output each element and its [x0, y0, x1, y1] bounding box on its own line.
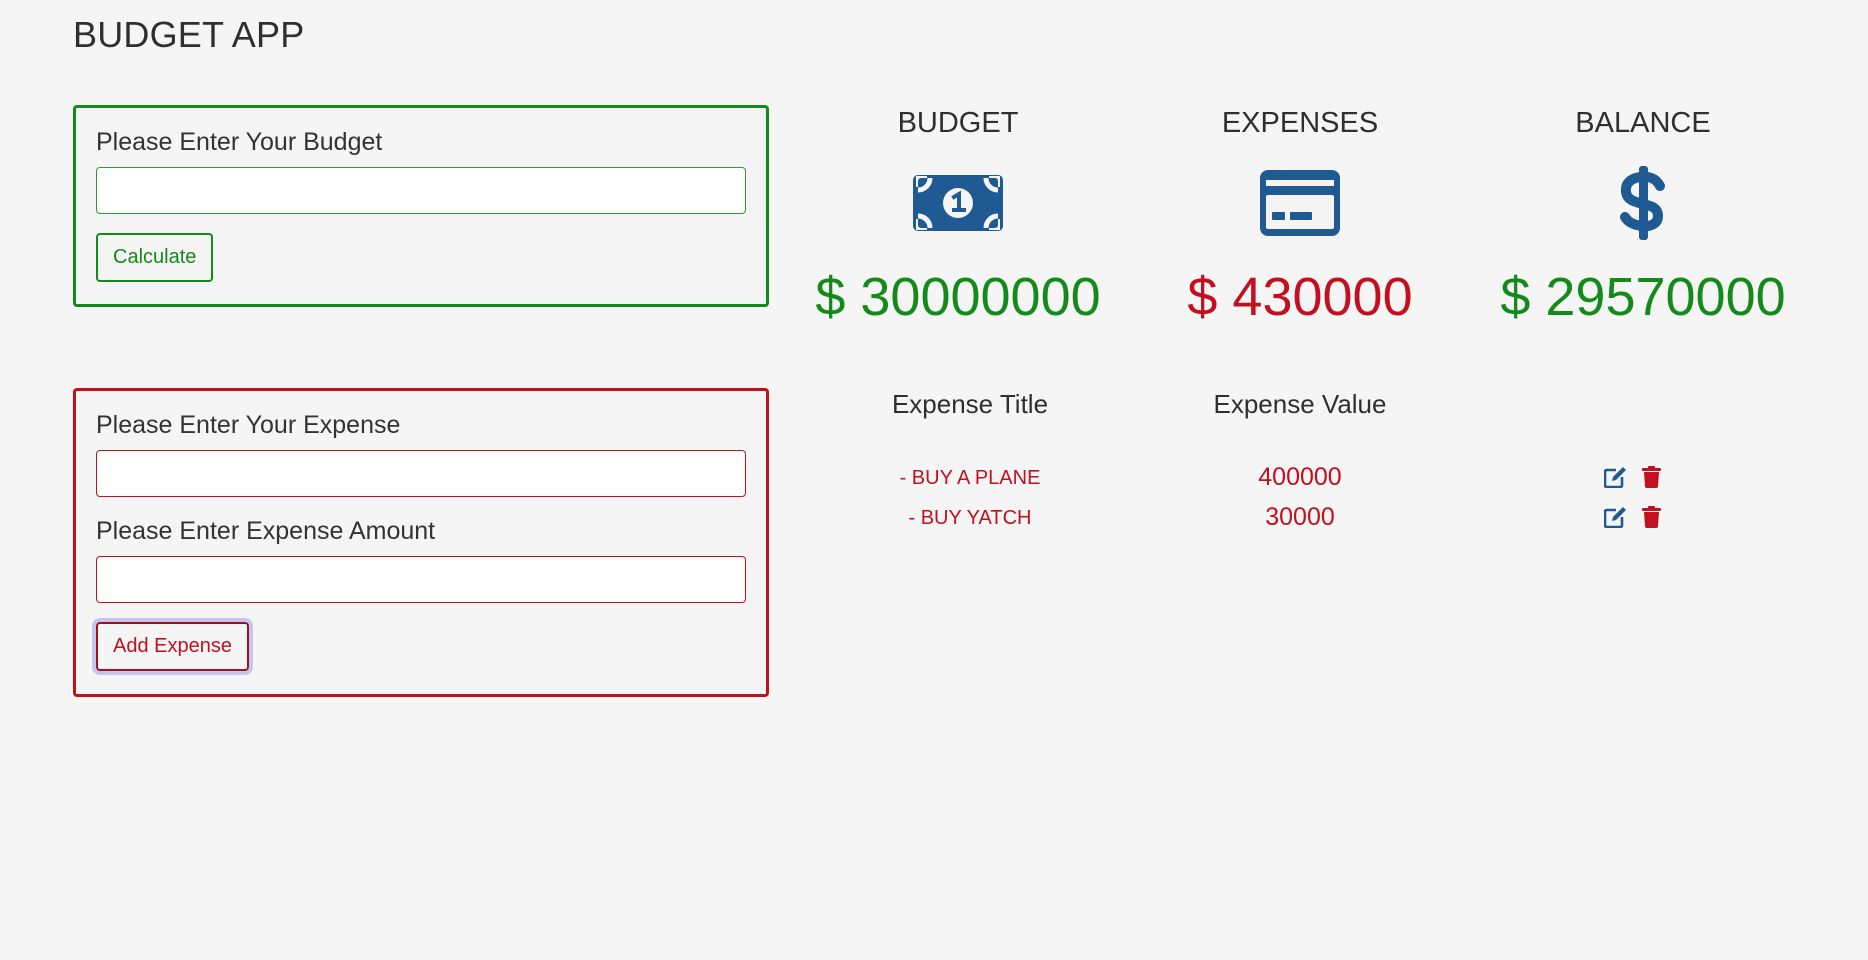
add-expense-button[interactable]: Add Expense: [96, 622, 249, 671]
expenses-heading: EXPENSES: [1221, 107, 1379, 139]
expense-amount-input[interactable]: [96, 556, 746, 603]
dollar-sign-icon: [1620, 165, 1666, 245]
budget-summary: BUDGET $ 30000000: [793, 105, 1123, 327]
credit-card-icon: [1260, 169, 1340, 241]
budget-form: Please Enter Your Budget Calculate: [73, 105, 769, 307]
app-title: BUDGET APP: [73, 14, 305, 55]
expense-form: Please Enter Your Expense Please Enter E…: [73, 388, 769, 697]
list-item: - BUY YATCH 30000: [0, 499, 1868, 535]
expense-title-label: Please Enter Your Expense: [96, 411, 401, 439]
budget-amount: $ 30000000: [815, 267, 1101, 327]
list-item: - BUY A PLANE 400000: [0, 459, 1868, 495]
balance-amount: $ 29570000: [1500, 267, 1786, 327]
edit-icon[interactable]: [1603, 505, 1627, 529]
calculate-button[interactable]: Calculate: [96, 233, 214, 282]
balance-heading: BALANCE: [1575, 107, 1711, 139]
edit-icon[interactable]: [1603, 465, 1627, 489]
money-bill-icon: [913, 173, 1003, 238]
delete-icon[interactable]: [1639, 505, 1663, 529]
budget-input[interactable]: [96, 167, 746, 214]
expense-item-value: 30000: [1265, 503, 1335, 531]
expense-item-value: 400000: [1258, 463, 1342, 491]
expense-title-header: Expense Title: [891, 389, 1049, 419]
expenses-summary: EXPENSES $ 430000: [1135, 105, 1465, 327]
expense-item-title: - BUY A PLANE: [899, 467, 1041, 489]
expenses-amount: $ 430000: [1187, 267, 1413, 327]
expense-item-title: - BUY YATCH: [908, 507, 1032, 529]
expense-value-header: Expense Value: [1213, 389, 1387, 419]
balance-summary: BALANCE $ 29570000: [1478, 105, 1808, 327]
delete-icon[interactable]: [1639, 465, 1663, 489]
budget-input-label: Please Enter Your Budget: [96, 128, 383, 156]
budget-heading: BUDGET: [897, 107, 1019, 139]
